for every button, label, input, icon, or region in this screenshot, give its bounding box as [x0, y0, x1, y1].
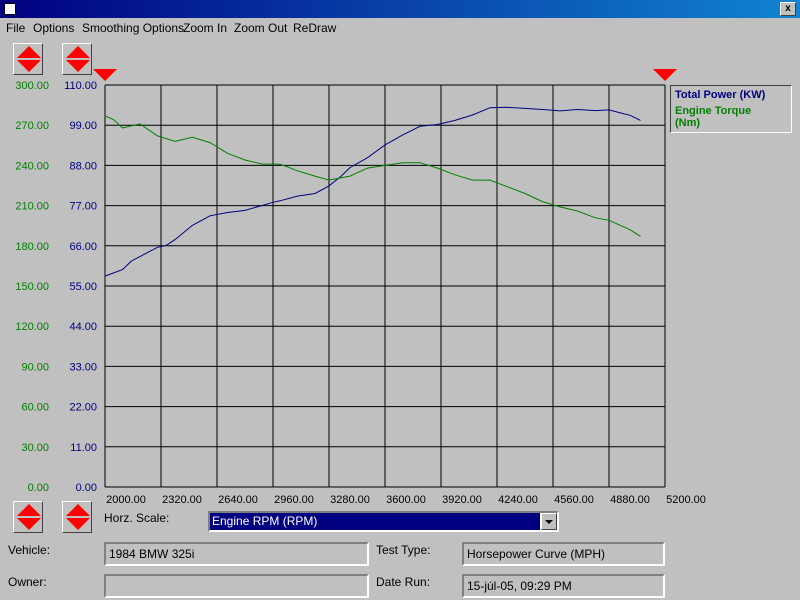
x-tick-label: 2320.00 [162, 494, 202, 506]
torque-y-tick-label: 240.00 [15, 160, 49, 172]
power-y-tick-label: 77.00 [69, 201, 97, 213]
test-type-field[interactable]: Horsepower Curve (MPH) [462, 542, 665, 566]
power-y-tick-label: 88.00 [69, 160, 97, 172]
x-tick-label: 4560.00 [554, 494, 594, 506]
legend-torque: Engine Torque [675, 105, 752, 117]
torque-y-tick-label: 120.00 [15, 321, 49, 333]
owner-field[interactable] [104, 574, 369, 598]
date-run-field[interactable]: 15-júl-05, 09:29 PM [462, 574, 665, 598]
x-tick-label: 4240.00 [498, 494, 538, 506]
power-y-tick-label: 99.00 [69, 120, 97, 132]
dyno-chart: 2000.00 2320.00 2640.00 2960.00 3280.00 3600.… [15, 69, 706, 506]
power-y-tick-label: 33.00 [69, 361, 97, 373]
chevron-down-icon[interactable] [541, 513, 557, 530]
torque-y-tick-label: 300.00 [15, 80, 49, 92]
vehicle-label: Vehicle: [8, 543, 51, 557]
power-y-tick-label: 11.00 [70, 442, 97, 454]
power-y-tick-label: 55.00 [69, 281, 97, 293]
power-y-tick-label: 110.00 [64, 80, 97, 92]
horz-scale-select[interactable]: Engine RPM (RPM) [208, 511, 559, 532]
x-tick-label: 3280.00 [330, 494, 370, 506]
power-y-tick-label: 0.00 [76, 482, 97, 494]
horz-scale-value: Engine RPM (RPM) [210, 513, 540, 530]
chart-legend: Total Power (KW) Engine Torque (Nm) [670, 85, 792, 133]
x-tick-label: 5200.00 [666, 494, 706, 506]
torque-y-tick-label: 270.00 [15, 120, 49, 132]
legend-torque-unit: (Nm) [675, 117, 701, 129]
x-tick-label: 4880.00 [610, 494, 650, 506]
date-run-label: Date Run: [376, 575, 431, 589]
torque-y-tick-label: 210.00 [15, 201, 49, 213]
triangle-down-icon[interactable] [653, 69, 677, 81]
test-type-label: Test Type: [376, 543, 431, 557]
x-tick-label: 2640.00 [218, 494, 258, 506]
torque-y-tick-label: 0.00 [28, 482, 49, 494]
torque-y-tick-label: 60.00 [21, 402, 49, 414]
x-tick-label: 2960.00 [274, 494, 314, 506]
torque-y-tick-label: 180.00 [15, 241, 49, 253]
owner-label: Owner: [8, 575, 47, 589]
torque-y-tick-label: 150.00 [15, 281, 49, 293]
horz-scale-label: Horz. Scale: [104, 511, 170, 525]
torque-y-tick-label: 90.00 [21, 361, 49, 373]
power-y-tick-label: 44.00 [69, 321, 97, 333]
x-tick-label: 3920.00 [442, 494, 482, 506]
torque-y-tick-label: 30.00 [21, 442, 49, 454]
power-y-tick-label: 22.00 [69, 402, 97, 414]
x-tick-label: 3600.00 [386, 494, 426, 506]
x-tick-label: 2000.00 [106, 494, 146, 506]
vehicle-field[interactable]: 1984 BMW 325i [104, 542, 369, 566]
legend-power: Total Power (KW) [675, 89, 766, 101]
power-y-tick-label: 66.00 [69, 241, 97, 253]
